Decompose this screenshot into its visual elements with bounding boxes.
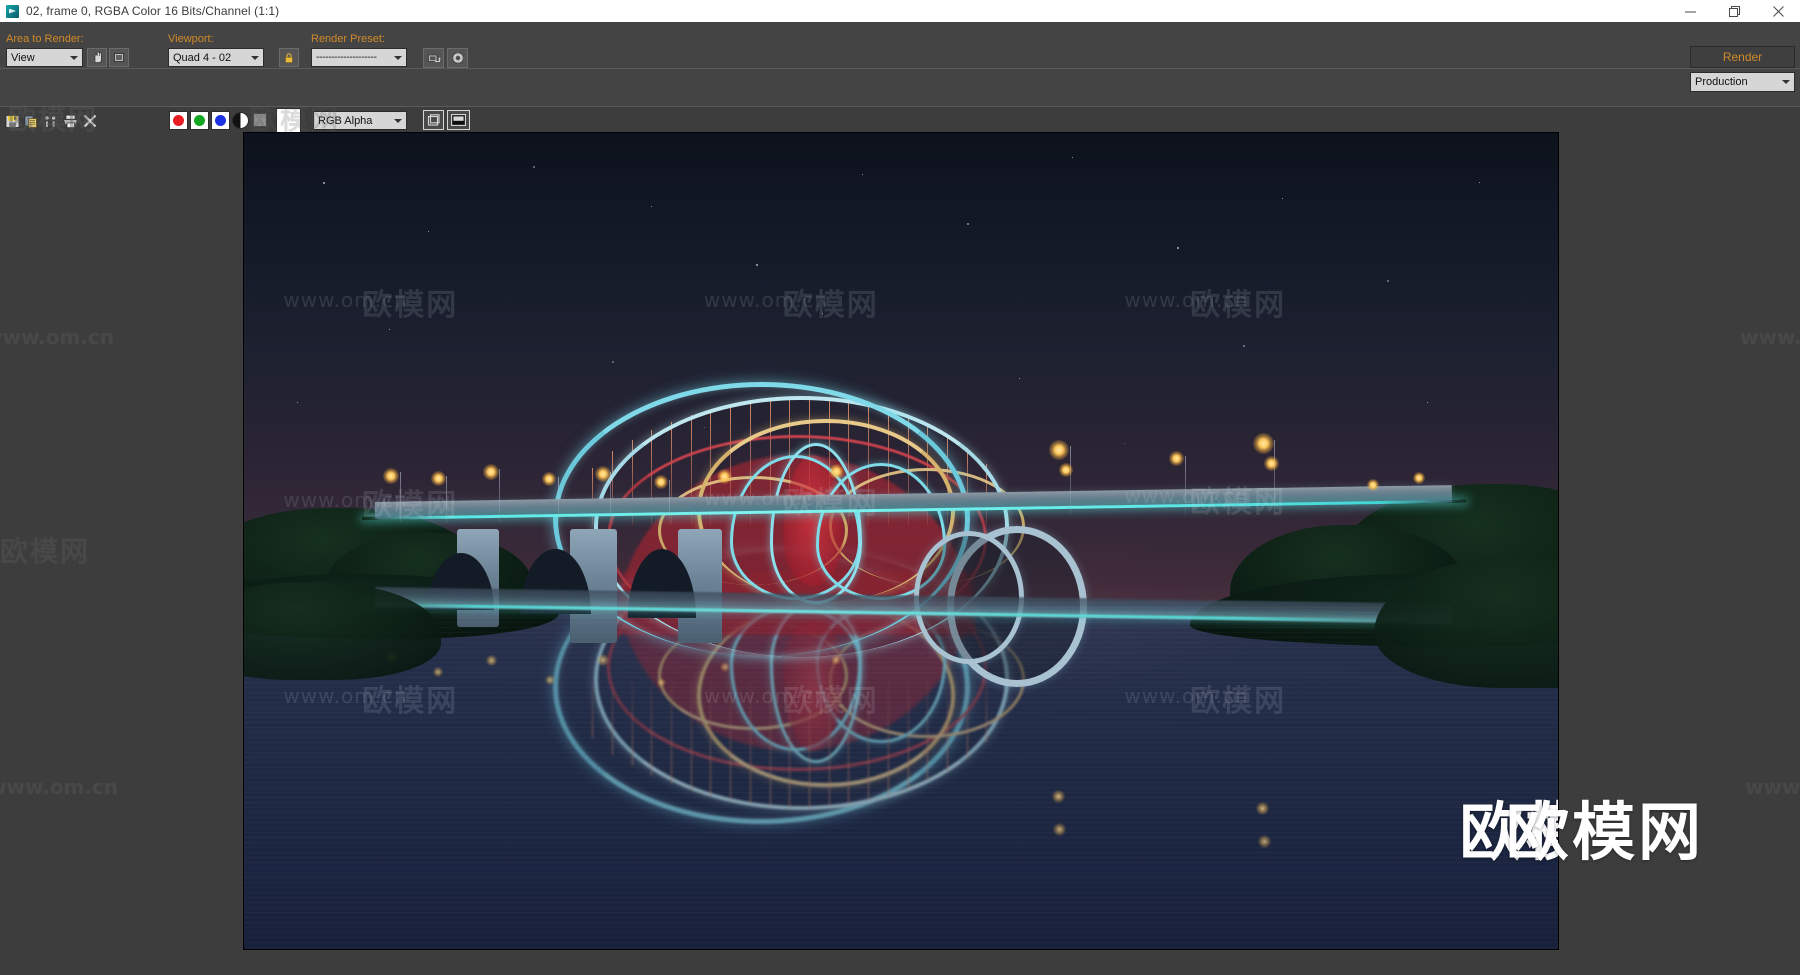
red-channel-icon[interactable] bbox=[169, 111, 188, 130]
viewport-select[interactable]: Quad 4 - 02 bbox=[168, 48, 264, 67]
render-preset-label: Render Preset: bbox=[311, 33, 385, 45]
chevron-down-icon bbox=[66, 49, 82, 66]
render-mode-select[interactable]: Production bbox=[1690, 72, 1795, 92]
background-watermark-url: www.om.cn bbox=[1740, 325, 1800, 349]
channel-select[interactable]: RGB Alpha bbox=[313, 111, 407, 130]
background-color-swatch[interactable] bbox=[276, 108, 301, 133]
chevron-down-icon bbox=[247, 49, 263, 66]
render-setup-gear-icon[interactable] bbox=[447, 48, 468, 68]
chevron-down-icon bbox=[390, 112, 406, 129]
panel-divider-2 bbox=[0, 106, 1800, 107]
background-watermark-url: www.om.cn bbox=[0, 325, 115, 349]
rendered-image-canvas[interactable]: www.om.cn www.om.cn www.om.cn www.om.cn … bbox=[243, 132, 1559, 950]
area-to-render-value: View bbox=[11, 51, 35, 64]
chevron-down-icon bbox=[1778, 74, 1794, 91]
clone-rendered-frame-icon[interactable] bbox=[41, 112, 59, 130]
channel-select-value: RGB Alpha bbox=[318, 114, 373, 127]
load-preset-icon[interactable] bbox=[423, 48, 444, 68]
maximize-icon[interactable] bbox=[1712, 0, 1756, 22]
title-bar: 02, frame 0, RGBA Color 16 Bits/Channel … bbox=[0, 0, 1800, 23]
close-icon[interactable] bbox=[1756, 0, 1800, 22]
background-watermark-url: www.om.cn bbox=[0, 775, 119, 799]
window-controls bbox=[1668, 0, 1800, 22]
hand-pick-region-icon[interactable] bbox=[87, 48, 107, 67]
panel-divider-1 bbox=[0, 68, 1800, 69]
area-to-render-select[interactable]: View bbox=[6, 48, 83, 67]
padlock-icon[interactable] bbox=[279, 48, 299, 67]
viewport-value: Quad 4 - 02 bbox=[173, 51, 232, 64]
render-control-panel: Area to Render: Viewport: Render Preset:… bbox=[0, 22, 1800, 133]
background-watermark-url: www.om.cn bbox=[1745, 775, 1800, 799]
render-mode-value: Production bbox=[1695, 76, 1748, 88]
printer-icon[interactable] bbox=[60, 112, 80, 130]
render-button[interactable]: Render bbox=[1690, 46, 1795, 68]
chevron-down-icon bbox=[390, 49, 406, 66]
save-floppy-icon[interactable] bbox=[3, 112, 21, 130]
area-to-render-label: Area to Render: bbox=[6, 33, 84, 45]
toggle-ui-panel-icon[interactable] bbox=[423, 110, 444, 130]
monochrome-icon[interactable] bbox=[232, 112, 249, 129]
render-preset-value: -------------------- bbox=[316, 52, 377, 63]
render-preset-select[interactable]: -------------------- bbox=[311, 48, 407, 67]
background-watermark-brand: 欧模网 bbox=[0, 535, 91, 568]
green-channel-icon[interactable] bbox=[190, 111, 209, 130]
viewport-label: Viewport: bbox=[168, 33, 214, 45]
rendered-frame-window: 02, frame 0, RGBA Color 16 Bits/Channel … bbox=[0, 0, 1800, 975]
window-title: 02, frame 0, RGBA Color 16 Bits/Channel … bbox=[26, 4, 280, 18]
water-ripples bbox=[244, 602, 1558, 949]
bridge-night-render: www.om.cn www.om.cn www.om.cn www.om.cn … bbox=[244, 133, 1558, 949]
clear-x-icon[interactable] bbox=[81, 112, 99, 130]
blue-channel-icon[interactable] bbox=[211, 111, 230, 130]
alpha-channel-icon[interactable] bbox=[253, 113, 267, 127]
duplicate-view-icon[interactable] bbox=[447, 110, 470, 130]
app-icon bbox=[6, 4, 19, 18]
copy-clipboard-icon[interactable] bbox=[22, 112, 40, 130]
minimize-icon[interactable] bbox=[1668, 0, 1712, 22]
region-window-icon[interactable] bbox=[109, 48, 129, 67]
